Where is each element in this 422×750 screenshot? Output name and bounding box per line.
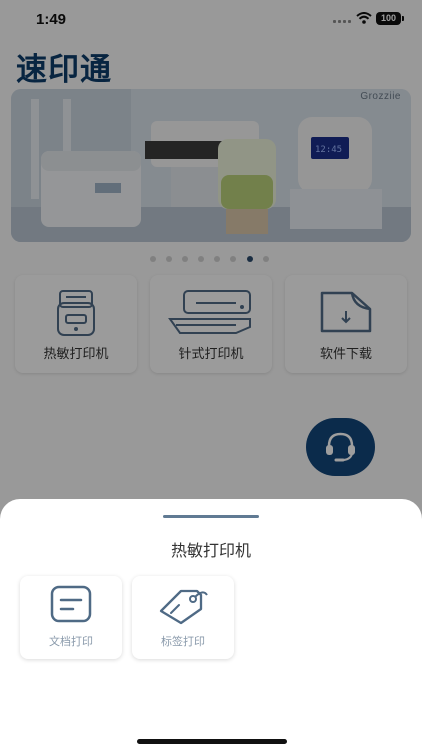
sheet-drag-handle[interactable]	[163, 515, 259, 518]
option-label: 标签打印	[161, 635, 205, 648]
tag-icon	[132, 585, 234, 629]
document-print-option[interactable]: 文档打印	[20, 576, 122, 659]
sheet-title: 热敏打印机	[170, 541, 251, 560]
home-indicator[interactable]	[137, 739, 287, 744]
document-icon	[20, 585, 122, 629]
option-label: 文档打印	[49, 635, 93, 648]
label-print-option[interactable]: 标签打印	[132, 576, 234, 659]
